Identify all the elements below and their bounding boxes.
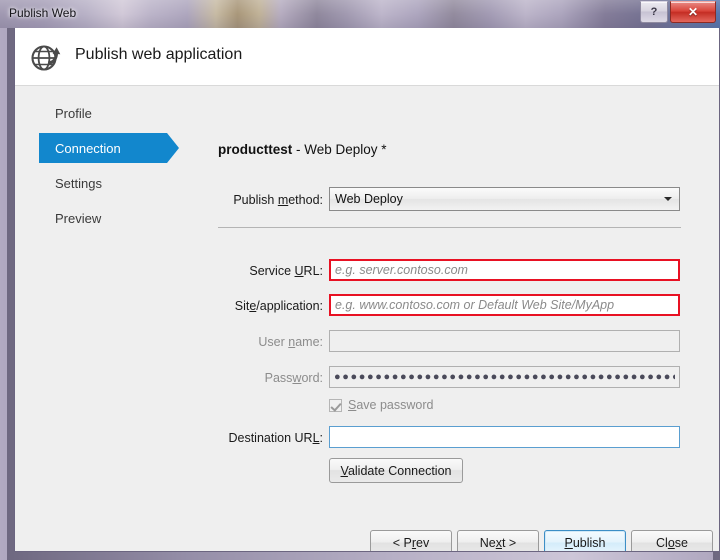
publish-method-value: Web Deploy — [335, 192, 403, 206]
label-text: Sit — [234, 299, 250, 313]
service-url-placeholder: e.g. server.contoso.com — [335, 263, 468, 277]
site-application-input[interactable]: e.g. www.contoso.com or Default Web Site… — [329, 294, 680, 316]
button-label: Close — [656, 536, 688, 550]
dialog-header: Publish web application — [15, 28, 719, 86]
label-text: ethod: — [288, 193, 323, 207]
profile-name: producttest — [218, 142, 293, 157]
sidebar-item-label: Preview — [55, 210, 102, 226]
label-text: RL: — [303, 264, 323, 278]
checkbox-checked-icon[interactable] — [329, 398, 342, 412]
dialog-title: Publish web application — [75, 46, 243, 63]
prev-button[interactable]: < Prev — [370, 530, 452, 551]
window-client-area: Publish web application Profile Connecti… — [14, 28, 720, 552]
label-text: : — [319, 431, 323, 445]
password-label: Password: — [205, 371, 323, 385]
site-application-placeholder: e.g. www.contoso.com or Default Web Site… — [335, 298, 615, 312]
button-label: Next > — [479, 536, 517, 550]
button-label: Validate Connection — [340, 463, 452, 478]
service-url-input[interactable]: e.g. server.contoso.com — [329, 259, 680, 281]
site-application-label: Site/application: — [205, 299, 323, 313]
destination-url-input[interactable] — [329, 426, 680, 448]
sidebar-item-label: Profile — [55, 105, 92, 121]
dialog-footer: < Prev Next > Publish Close — [15, 530, 719, 551]
password-value: ●●●●●●●●●●●●●●●●●●●●●●●●●●●●●●●●●●●●●●●●… — [334, 371, 675, 383]
destination-url-label: Destination URL: — [205, 431, 323, 445]
sidebar-item-label: Connection — [55, 140, 121, 156]
sidebar-item-connection[interactable]: Connection — [39, 133, 179, 163]
sidebar-item-settings[interactable]: Settings — [39, 168, 167, 198]
profile-heading: producttest - Web Deploy * — [218, 142, 387, 157]
password-input[interactable]: ●●●●●●●●●●●●●●●●●●●●●●●●●●●●●●●●●●●●●●●●… — [329, 366, 680, 388]
window-frame: Publish web application Profile Connecti… — [0, 28, 720, 560]
publish-method-label: Publish method: — [205, 193, 323, 207]
button-label: Publish — [564, 536, 606, 550]
globe-publish-icon — [28, 39, 64, 75]
label-text: /application: — [256, 299, 323, 313]
dialog-body: Profile Connection Settings Preview prod… — [15, 86, 719, 551]
access-key: U — [294, 264, 304, 278]
title-bar[interactable]: Publish Web ? ✕ — [0, 0, 720, 28]
caption-button-group: ? ✕ — [640, 1, 716, 23]
sidebar-item-preview[interactable]: Preview — [39, 203, 167, 233]
save-password-label: Save password — [348, 398, 433, 412]
button-label: < Prev — [392, 536, 430, 550]
label-text: Pass — [264, 371, 293, 385]
profile-suffix: - Web Deploy * — [292, 142, 387, 157]
sidebar-nav: Profile Connection Settings Preview — [15, 86, 205, 551]
label-text: Publish — [233, 193, 278, 207]
label-text: Service — [249, 264, 295, 278]
validate-connection-button[interactable]: Validate Connection — [329, 458, 463, 483]
publish-web-dialog: Publish Web ? ✕ Publish web application … — [0, 0, 720, 560]
section-divider — [218, 227, 681, 228]
connection-panel: producttest - Web Deploy * Publish metho… — [205, 86, 719, 551]
publish-button[interactable]: Publish — [544, 530, 626, 551]
publish-method-dropdown[interactable]: Web Deploy — [329, 187, 680, 211]
label-text: ord: — [301, 371, 323, 385]
help-button[interactable]: ? — [640, 1, 668, 23]
next-button[interactable]: Next > — [457, 530, 539, 551]
label-text: Destination UR — [228, 431, 313, 445]
access-key: m — [277, 193, 289, 207]
service-url-label: Service URL: — [205, 264, 323, 278]
label-text: ave password — [356, 398, 434, 412]
sidebar-item-profile[interactable]: Profile — [39, 98, 167, 128]
label-text: User — [258, 335, 289, 349]
user-name-label: User name: — [205, 335, 323, 349]
user-name-input[interactable] — [329, 330, 680, 352]
access-key: L — [312, 431, 320, 445]
label-text: ame: — [295, 335, 323, 349]
save-password-checkbox[interactable]: Save password — [329, 398, 433, 412]
close-window-button[interactable]: ✕ — [670, 1, 716, 23]
close-button[interactable]: Close — [631, 530, 713, 551]
sidebar-item-label: Settings — [55, 175, 102, 191]
window-title: Publish Web — [9, 6, 77, 20]
chevron-down-icon[interactable] — [657, 188, 679, 210]
